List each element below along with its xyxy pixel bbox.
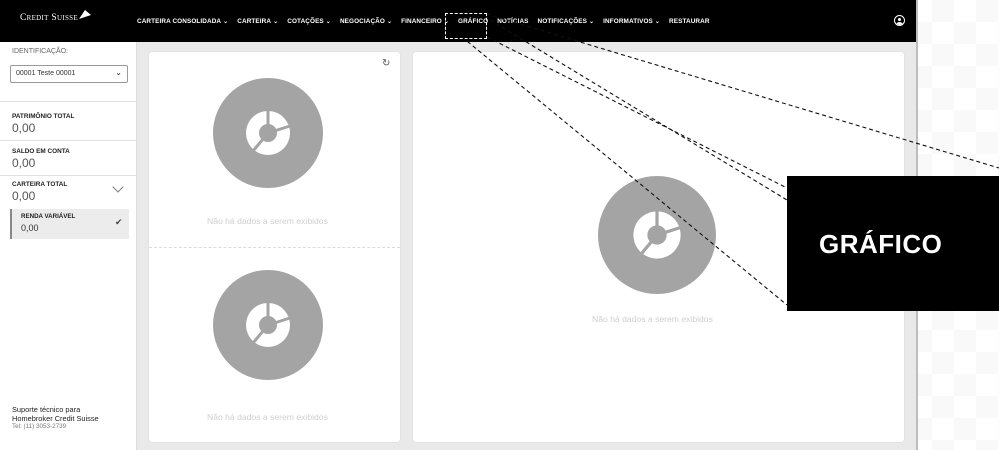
- zoom-callout: GRÁFICO: [787, 176, 999, 311]
- callout-label: GRÁFICO: [819, 229, 943, 259]
